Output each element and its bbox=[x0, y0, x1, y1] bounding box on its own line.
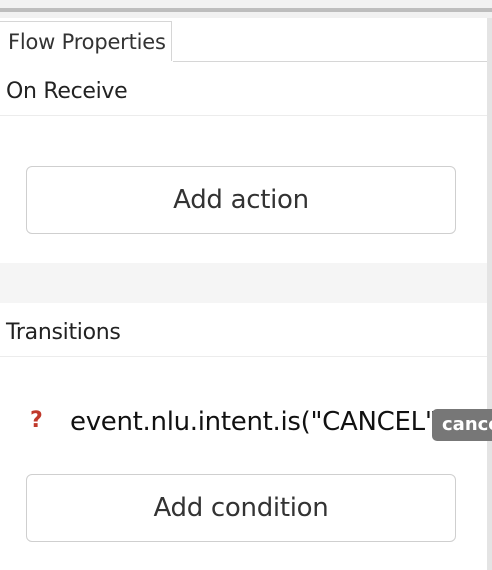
panel-scroll-edge[interactable] bbox=[487, 18, 492, 570]
add-condition-button[interactable]: Add condition bbox=[26, 474, 456, 542]
tab-flow-properties[interactable]: Flow Properties bbox=[0, 21, 172, 61]
add-action-button[interactable]: Add action bbox=[26, 166, 456, 234]
top-divider bbox=[0, 8, 492, 12]
transition-item[interactable]: ? event.nlu.intent.is("CANCEL") cance bbox=[30, 402, 492, 442]
tab-bar-divider bbox=[173, 61, 487, 62]
on-receive-divider bbox=[0, 115, 487, 116]
section-separator bbox=[0, 263, 487, 303]
transition-target-tag[interactable]: cance bbox=[432, 409, 492, 441]
transitions-header: Transitions bbox=[6, 320, 121, 345]
on-receive-header: On Receive bbox=[6, 79, 128, 104]
transitions-divider bbox=[0, 356, 487, 357]
question-mark-icon: ? bbox=[30, 408, 43, 433]
transition-condition[interactable]: event.nlu.intent.is("CANCEL") bbox=[70, 404, 447, 440]
